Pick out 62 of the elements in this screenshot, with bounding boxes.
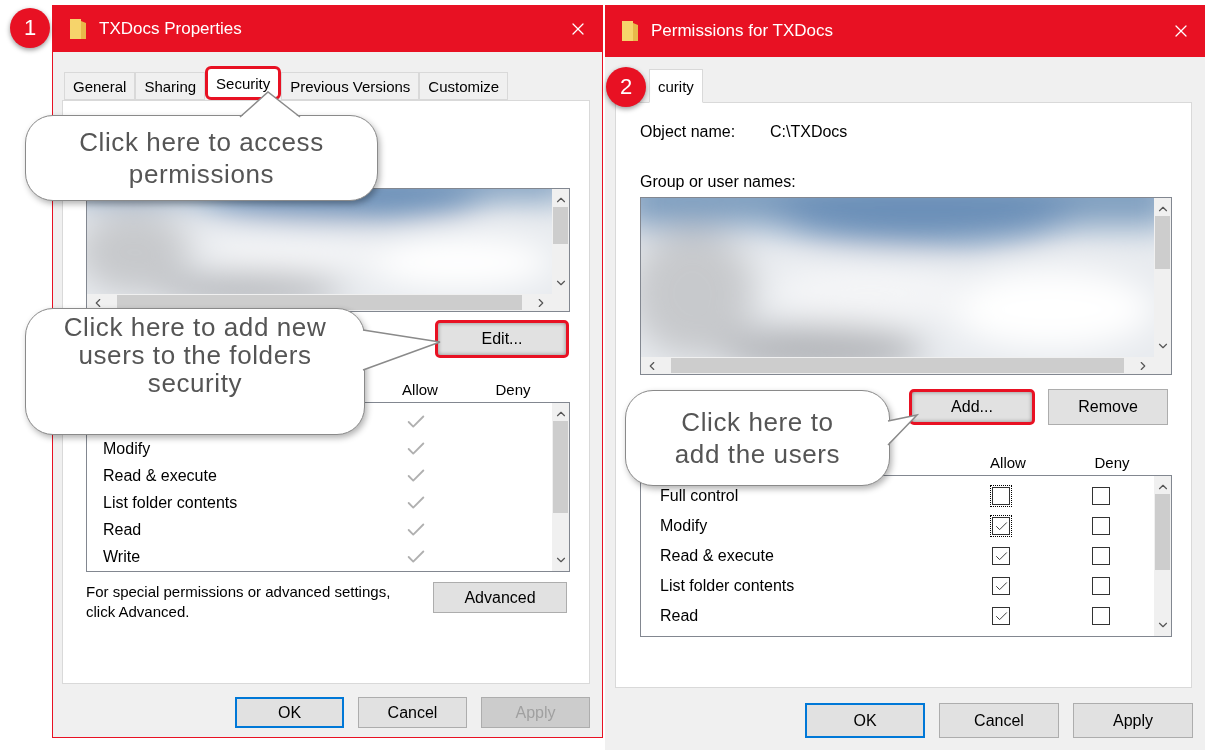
scrollbar-thumb[interactable] — [1155, 216, 1170, 269]
step-badge: 1 — [10, 8, 50, 48]
list-button[interactable]: Remove — [1048, 389, 1168, 425]
tab[interactable]: General — [64, 72, 136, 100]
permission-name: Read — [660, 607, 699, 625]
permission-name: Modify — [103, 439, 151, 458]
callout-tail — [887, 413, 919, 447]
object-name: C:\TXDocs — [770, 123, 848, 141]
window-title: Permissions for TXDocs — [651, 21, 834, 41]
window-title: TXDocs Properties — [99, 19, 243, 39]
edit-button[interactable]: Edit... — [435, 320, 569, 358]
tab[interactable]: Previous Versions — [281, 72, 420, 100]
permission-name: Full control — [660, 487, 739, 505]
callout-tooltip: Click here to add new users to the folders security — [25, 308, 365, 435]
column-header: Allow — [401, 381, 439, 398]
checkbox[interactable] — [992, 577, 1010, 595]
permission-name: Write — [103, 547, 141, 566]
permission-name: List folder contents — [103, 493, 238, 512]
tab[interactable]: Security — [205, 66, 282, 100]
tab[interactable]: Sharing — [135, 72, 206, 100]
permission-name: Read & execute — [103, 466, 217, 485]
scrollbar-thumb[interactable] — [1155, 494, 1170, 570]
scrollbar[interactable] — [1154, 198, 1171, 357]
list-button[interactable]: Add... — [909, 389, 1035, 425]
permission-name: Read — [103, 520, 142, 539]
scrollbar-thumb[interactable] — [671, 358, 1124, 373]
user-list[interactable] — [86, 188, 570, 312]
checkbox[interactable] — [992, 547, 1010, 565]
dialog-button[interactable]: OK — [805, 703, 925, 738]
column-header: Allow — [989, 454, 1027, 471]
scrollbar[interactable] — [641, 357, 1154, 374]
dialog-button[interactable]: Cancel — [358, 697, 467, 728]
scrollbar-thumb[interactable] — [553, 207, 568, 244]
field-label: Object name: — [640, 123, 737, 141]
checkbox[interactable] — [992, 607, 1010, 625]
folder-icon — [69, 17, 87, 41]
step-badge: 2 — [606, 67, 646, 107]
permission-name: Read & execute — [660, 547, 774, 565]
scrollbar[interactable] — [552, 403, 569, 571]
tab[interactable]: Customize — [419, 72, 509, 100]
column-header: Deny — [494, 381, 532, 398]
folder-icon — [621, 19, 639, 43]
advanced-button[interactable]: Advanced — [433, 582, 567, 613]
scrollbar-thumb[interactable] — [553, 421, 568, 513]
checkbox[interactable] — [1092, 547, 1110, 565]
checkbox[interactable] — [1092, 577, 1110, 595]
tab[interactable]: curity — [649, 69, 703, 103]
callout-tooltip: Click here to add the users — [625, 390, 890, 486]
column-header: Deny — [1093, 454, 1131, 471]
advanced-note: For special permissions or advanced settings, click Advanced. — [86, 582, 392, 622]
checkbox[interactable] — [1092, 607, 1110, 625]
checkbox[interactable] — [1092, 487, 1110, 505]
dialog-button[interactable]: OK — [235, 697, 344, 728]
permission-name: Modify — [660, 517, 708, 535]
checkbox[interactable] — [1092, 517, 1110, 535]
dialog-button[interactable]: Apply — [1073, 703, 1193, 738]
scrollbar[interactable] — [1154, 476, 1171, 636]
dialog-button[interactable]: Cancel — [939, 703, 1059, 738]
field-label: Group or user names: — [640, 173, 796, 191]
permission-name: List folder contents — [660, 577, 795, 595]
scrollbar-thumb[interactable] — [117, 295, 522, 310]
scrollbar[interactable] — [552, 189, 569, 294]
